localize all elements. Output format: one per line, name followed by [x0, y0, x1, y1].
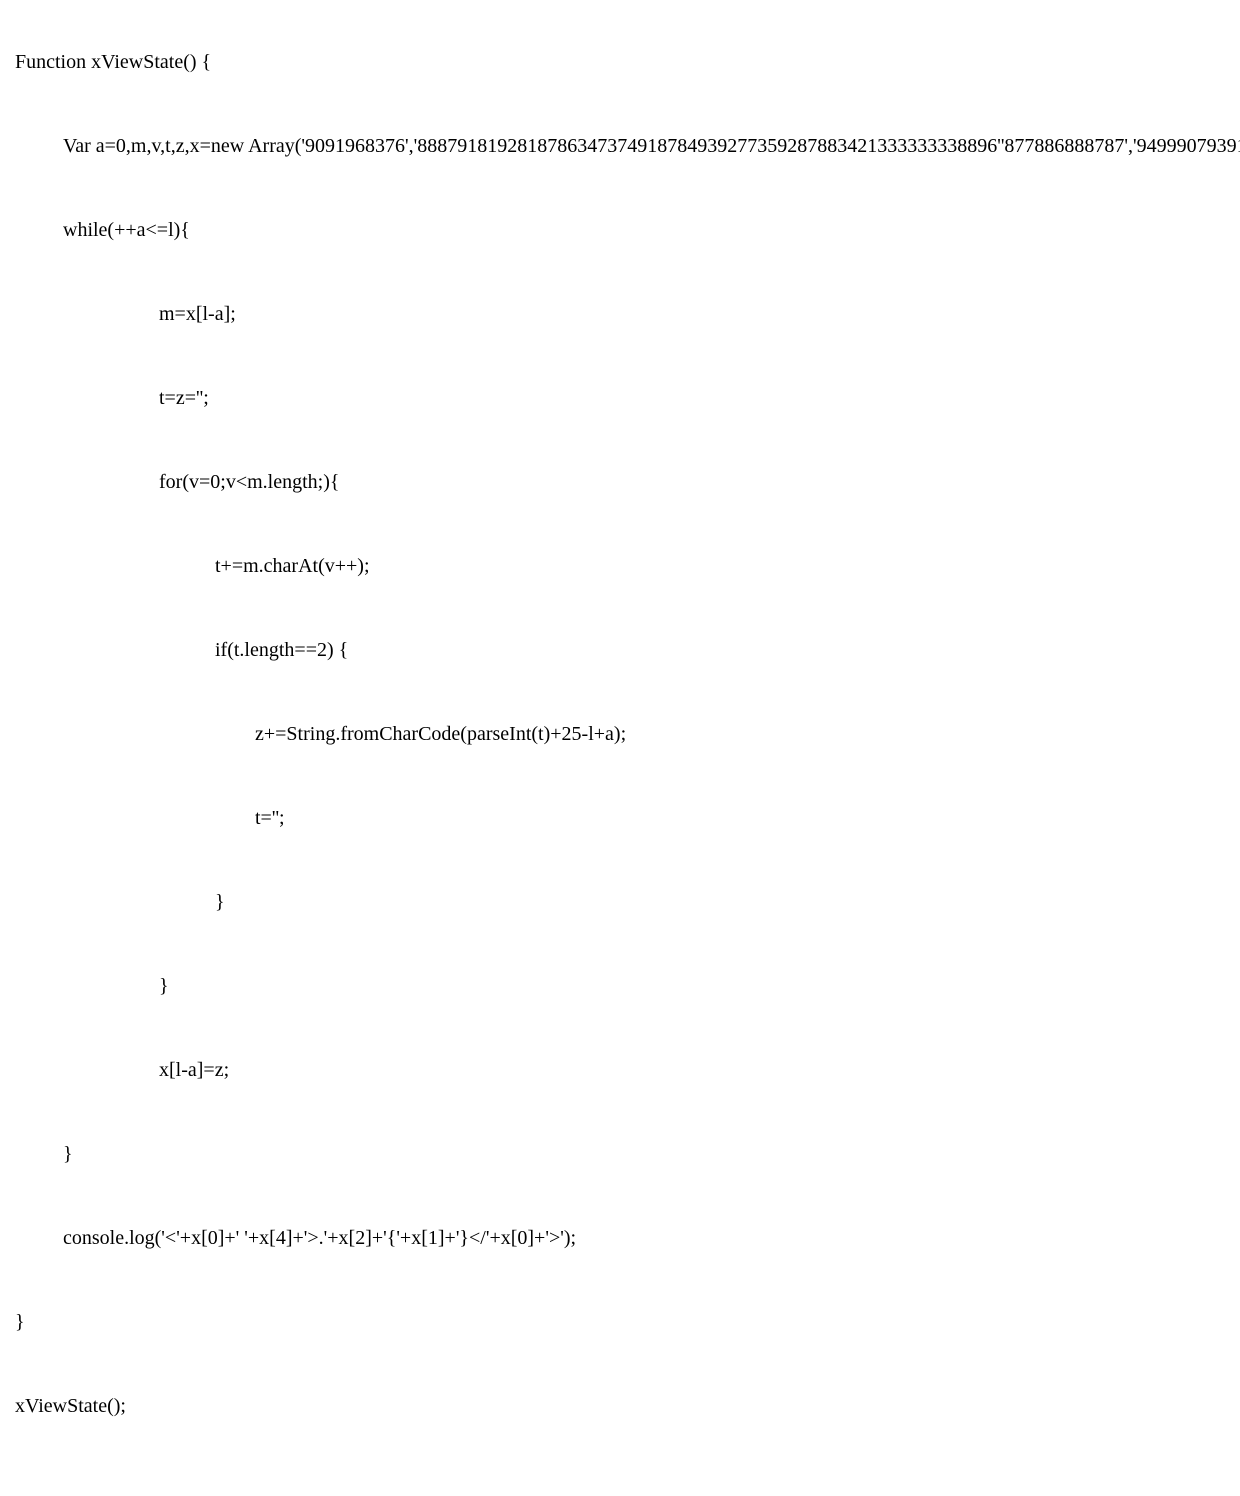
code-line: x[l-a]=z; — [15, 1056, 1225, 1084]
code-line: xViewState(); — [15, 1392, 1225, 1420]
code-line: } — [15, 888, 1225, 916]
code-line: m=x[l-a]; — [15, 300, 1225, 328]
code-line: for(v=0;v<m.length;){ — [15, 468, 1225, 496]
code-line: t=''; — [15, 804, 1225, 832]
code-block: Function xViewState() { Var a=0,m,v,t,z,… — [0, 0, 1240, 1496]
code-line: Function xViewState() { — [15, 48, 1225, 76]
code-line: if(t.length==2) { — [15, 636, 1225, 664]
code-line: t+=m.charAt(v++); — [15, 552, 1225, 580]
code-line: z+=String.fromCharCode(parseInt(t)+25-l+… — [15, 720, 1225, 748]
code-line: console.log('<'+x[0]+' '+x[4]+'>.'+x[2]+… — [15, 1224, 1225, 1252]
code-line: } — [15, 1140, 1225, 1168]
code-line: } — [15, 972, 1225, 1000]
code-line: } — [15, 1308, 1225, 1336]
code-line: Var a=0,m,v,t,z,x=new Array('9091968376'… — [15, 132, 1225, 160]
code-line: while(++a<=l){ — [15, 216, 1225, 244]
code-line: t=z=''; — [15, 384, 1225, 412]
